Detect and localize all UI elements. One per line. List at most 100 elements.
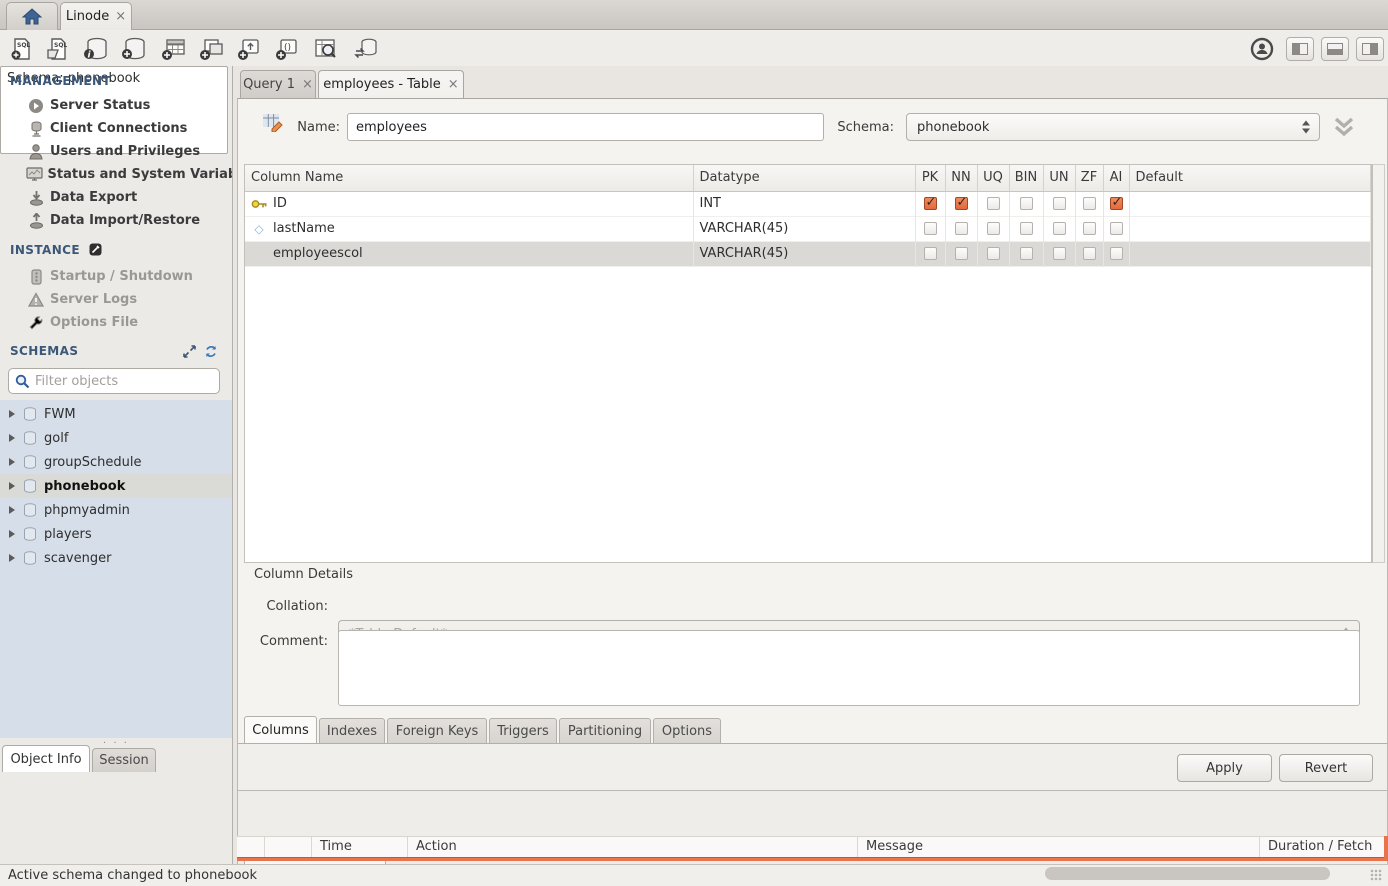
tab-foreign-keys[interactable]: Foreign Keys xyxy=(387,718,487,743)
col-header-ai[interactable]: AI xyxy=(1103,165,1129,191)
zf-checkbox[interactable] xyxy=(1083,222,1096,235)
output-col-message[interactable]: Message xyxy=(858,837,1260,858)
horizontal-scrollbar-thumb[interactable] xyxy=(1045,867,1330,880)
sidebar-item-data-import[interactable]: Data Import/Restore xyxy=(0,209,232,232)
expand-arrow-icon[interactable] xyxy=(9,458,15,466)
col-header-zf[interactable]: ZF xyxy=(1075,165,1103,191)
uq-checkbox[interactable] xyxy=(987,222,1000,235)
table-name-input[interactable] xyxy=(347,113,824,141)
col-header-datatype[interactable]: Datatype xyxy=(693,165,915,191)
ai-checkbox[interactable] xyxy=(1110,197,1123,210)
pk-checkbox[interactable] xyxy=(924,247,937,260)
close-icon[interactable]: × xyxy=(115,9,126,24)
create-schema-icon[interactable] xyxy=(120,36,148,62)
tab-options[interactable]: Options xyxy=(653,718,721,743)
schema-select[interactable]: phonebook xyxy=(906,113,1320,141)
schema-item-fwm[interactable]: FWM xyxy=(0,402,232,426)
col-header-un[interactable]: UN xyxy=(1043,165,1075,191)
sidebar-item-users-privileges[interactable]: Users and Privileges xyxy=(0,140,232,163)
toggle-right-panel-button[interactable] xyxy=(1356,37,1384,61)
schema-item-players[interactable]: players xyxy=(0,522,232,546)
new-sql-tab-icon[interactable]: SQL xyxy=(8,36,36,62)
expand-arrow-icon[interactable] xyxy=(9,554,15,562)
sidebar-item-server-logs[interactable]: Server Logs xyxy=(0,288,232,311)
expand-arrow-icon[interactable] xyxy=(9,530,15,538)
schema-item-golf[interactable]: golf xyxy=(0,426,232,450)
sidebar-item-system-variables[interactable]: Status and System Variables xyxy=(0,163,232,186)
output-col-duration[interactable]: Duration / Fetch xyxy=(1260,837,1386,858)
expand-arrow-icon[interactable] xyxy=(9,434,15,442)
apply-button[interactable]: Apply xyxy=(1177,754,1272,782)
un-checkbox[interactable] xyxy=(1053,197,1066,210)
tab-employees-table[interactable]: employees - Table × xyxy=(318,70,464,98)
sidebar-item-startup-shutdown[interactable]: Startup / Shutdown xyxy=(0,265,232,288)
zf-checkbox[interactable] xyxy=(1083,197,1096,210)
reconnect-dbms-icon[interactable] xyxy=(352,36,380,62)
connection-tab[interactable]: Linode × xyxy=(60,2,132,30)
schema-item-phonebook[interactable]: phonebook xyxy=(0,474,232,498)
ai-checkbox[interactable] xyxy=(1110,247,1123,260)
schema-item-groupschedule[interactable]: groupSchedule xyxy=(0,450,232,474)
schema-item-phpmyadmin[interactable]: phpmyadmin xyxy=(0,498,232,522)
uq-checkbox[interactable] xyxy=(987,247,1000,260)
nn-checkbox[interactable] xyxy=(955,247,968,260)
schema-item-scavenger[interactable]: scavenger xyxy=(0,546,232,570)
uq-checkbox[interactable] xyxy=(987,197,1000,210)
create-procedure-icon[interactable] xyxy=(236,36,264,62)
toggle-bottom-panel-button[interactable] xyxy=(1321,37,1349,61)
search-table-data-icon[interactable] xyxy=(312,36,340,62)
resize-grip[interactable] xyxy=(1370,869,1382,881)
col-header-uq[interactable]: UQ xyxy=(977,165,1009,191)
un-checkbox[interactable] xyxy=(1053,222,1066,235)
table-row-employeescol[interactable]: employeescol VARCHAR(45) xyxy=(245,241,1371,266)
tab-session[interactable]: Session xyxy=(92,748,156,772)
output-col-action[interactable]: Action xyxy=(408,837,858,858)
toggle-left-panel-button[interactable] xyxy=(1286,37,1314,61)
open-sql-script-icon[interactable]: SQL xyxy=(44,36,72,62)
comment-textarea[interactable] xyxy=(338,630,1360,706)
ai-checkbox[interactable] xyxy=(1110,222,1123,235)
bin-checkbox[interactable] xyxy=(1020,222,1033,235)
output-col-time[interactable]: Time xyxy=(312,837,408,858)
col-header-bin[interactable]: BIN xyxy=(1009,165,1043,191)
expand-form-chevron-icon[interactable] xyxy=(1331,114,1357,140)
col-header-default[interactable]: Default xyxy=(1129,165,1371,191)
col-header-column-name[interactable]: Column Name xyxy=(245,165,693,191)
bin-checkbox[interactable] xyxy=(1020,247,1033,260)
database-inspector-icon[interactable]: i xyxy=(82,36,110,62)
zf-checkbox[interactable] xyxy=(1083,247,1096,260)
un-checkbox[interactable] xyxy=(1053,247,1066,260)
expand-arrow-icon[interactable] xyxy=(9,506,15,514)
table-row-lastname[interactable]: ◇lastName VARCHAR(45) xyxy=(245,216,1371,241)
grid-vertical-scrollbar[interactable] xyxy=(1372,164,1385,563)
refresh-schemas-icon[interactable] xyxy=(204,345,218,358)
expand-arrow-icon[interactable] xyxy=(9,410,15,418)
col-header-pk[interactable]: PK xyxy=(915,165,945,191)
sidebar-item-options-file[interactable]: Options File xyxy=(0,311,232,334)
tab-query-1[interactable]: Query 1 × xyxy=(240,70,316,98)
tab-triggers[interactable]: Triggers xyxy=(489,718,557,743)
revert-button[interactable]: Revert xyxy=(1279,754,1373,782)
create-table-icon[interactable] xyxy=(160,36,188,62)
expand-schemas-icon[interactable] xyxy=(183,345,196,358)
sidebar-item-server-status[interactable]: Server Status xyxy=(0,94,232,117)
tab-columns[interactable]: Columns xyxy=(244,716,317,743)
sidebar-item-client-connections[interactable]: Client Connections xyxy=(0,117,232,140)
close-icon[interactable]: × xyxy=(302,77,313,92)
schema-filter[interactable] xyxy=(8,368,220,394)
sidebar-item-data-export[interactable]: Data Export xyxy=(0,186,232,209)
table-row-id[interactable]: ID INT xyxy=(245,191,1371,216)
create-function-icon[interactable]: () xyxy=(274,36,302,62)
schema-filter-input[interactable] xyxy=(35,374,205,389)
home-tab[interactable] xyxy=(6,2,58,30)
bin-checkbox[interactable] xyxy=(1020,197,1033,210)
tab-object-info[interactable]: Object Info xyxy=(2,745,90,772)
close-icon[interactable]: × xyxy=(448,77,459,92)
create-view-icon[interactable] xyxy=(198,36,226,62)
pk-checkbox[interactable] xyxy=(924,197,937,210)
pk-checkbox[interactable] xyxy=(924,222,937,235)
expand-arrow-icon[interactable] xyxy=(9,482,15,490)
tab-partitioning[interactable]: Partitioning xyxy=(559,718,651,743)
col-header-nn[interactable]: NN xyxy=(945,165,977,191)
nn-checkbox[interactable] xyxy=(955,197,968,210)
